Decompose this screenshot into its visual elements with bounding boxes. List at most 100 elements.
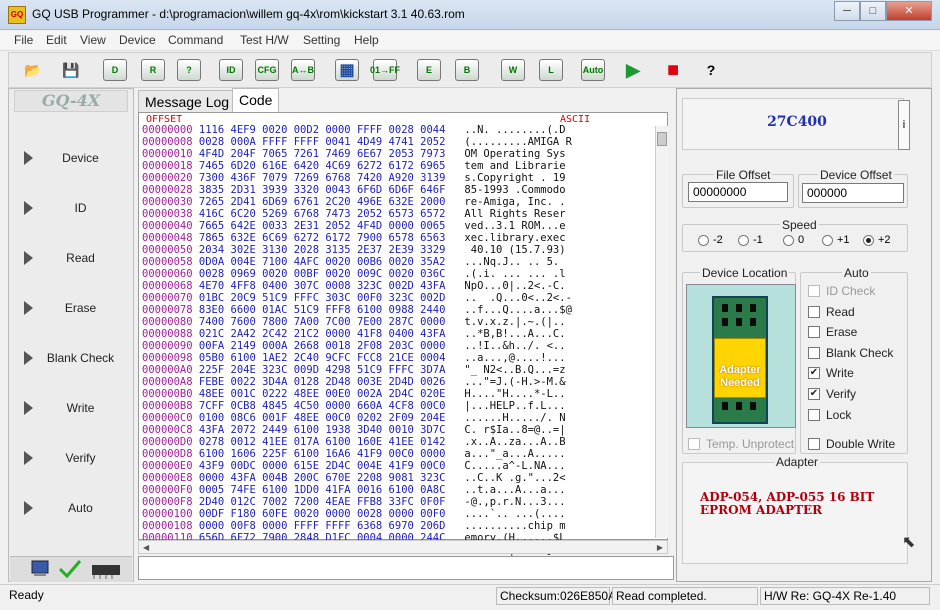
checkbox-box[interactable]: ✔: [808, 367, 820, 380]
play-button[interactable]: ▶: [618, 55, 648, 85]
menu-command[interactable]: Command: [168, 33, 223, 47]
checkbox-box[interactable]: [688, 438, 700, 450]
fill-ff-button[interactable]: 01→FF: [370, 55, 400, 85]
save-disk-button[interactable]: 💾: [56, 55, 86, 85]
write-button[interactable]: W: [498, 55, 528, 85]
lock-button[interactable]: L: [536, 55, 566, 85]
chip-name: 27C400: [767, 114, 827, 130]
auto-write-checkbox[interactable]: ✔ Write: [808, 366, 854, 380]
checkbox-box[interactable]: [808, 285, 820, 297]
scroll-thumb[interactable]: [657, 132, 667, 146]
hex-offset: 00000078: [142, 304, 193, 316]
speed-radio-minus1[interactable]: -1: [738, 234, 763, 246]
hex-bytes: 7265 2D41 6D69 6761 2C20 496E 632E 2000: [198, 196, 446, 208]
temp-unprotect-checkbox[interactable]: Temp. Unprotect: [688, 437, 794, 451]
checkbox-box[interactable]: [808, 408, 820, 421]
command-input[interactable]: [138, 556, 674, 580]
sidebar-item-erase[interactable]: Erase: [14, 292, 128, 324]
help-button[interactable]: ?: [696, 55, 726, 85]
hex-row: 000000C0 0100 08C6 001F 48EE 00C0 0202 2…: [142, 412, 654, 424]
file-offset-field[interactable]: 00000000: [688, 182, 788, 202]
tab-message-log[interactable]: Message Log: [138, 90, 237, 112]
blank-button[interactable]: B: [452, 55, 482, 85]
checkbox-box[interactable]: [808, 438, 820, 450]
hex-ascii: a..."_a...A.....: [464, 448, 566, 460]
hex-offset: 000000C8: [142, 424, 193, 436]
tab-code[interactable]: Code: [232, 88, 280, 112]
hex-offset: 00000008: [142, 136, 193, 148]
calculator-button[interactable]: ▦: [332, 55, 362, 85]
erase-button[interactable]: E: [414, 55, 444, 85]
menu-file[interactable]: File: [14, 33, 33, 47]
auto-group: [800, 272, 908, 454]
read-button[interactable]: R: [138, 55, 168, 85]
menu-test-h-w[interactable]: Test H/W: [240, 33, 289, 47]
auto-id-check-checkbox[interactable]: ID Check: [808, 284, 875, 298]
hex-row: 00000088 021C 2A42 2C42 21C2 0000 41F8 0…: [142, 328, 654, 340]
checkbox-box[interactable]: [808, 305, 820, 318]
a-b-swap-button[interactable]: A↔B: [288, 55, 318, 85]
sidebar-item-blank-check[interactable]: Blank Check: [14, 342, 128, 374]
speed-radio-minus2[interactable]: -2: [698, 234, 723, 246]
hex-ascii: "_ N2<..B.Q...=z: [464, 364, 566, 376]
radio-dot[interactable]: [738, 234, 749, 246]
hex-bytes: 1116 4EF9 0020 00D2 0000 FFFF 0028 0044: [198, 124, 446, 136]
vertical-scrollbar[interactable]: [655, 126, 668, 538]
auto-erase-checkbox[interactable]: Erase: [808, 325, 857, 339]
hex-row: 00000100 00DF F180 60FE 0020 0000 0028 0…: [142, 508, 654, 520]
stop-button[interactable]: ■: [658, 55, 688, 85]
auto-lock-checkbox[interactable]: Lock: [808, 408, 851, 422]
device-offset-field[interactable]: 000000: [802, 183, 904, 203]
triangle-right-icon: [24, 201, 33, 215]
checkbox-box[interactable]: [808, 346, 820, 359]
auto-verify-checkbox[interactable]: ✔ Verify: [808, 387, 856, 401]
auto-read-checkbox[interactable]: Read: [808, 305, 855, 319]
hex-bytes: 3835 2D31 3939 3320 0043 6F6D 6D6F 646F: [198, 184, 446, 196]
menu-device[interactable]: Device: [119, 33, 156, 47]
sidebar-item-write[interactable]: Write: [14, 392, 128, 424]
double-write-checkbox[interactable]: Double Write: [808, 437, 895, 451]
gq-app-icon[interactable]: GQ: [8, 6, 26, 24]
radio-dot[interactable]: [698, 234, 709, 246]
close-button[interactable]: ✕: [886, 1, 932, 21]
sidebar-item-device[interactable]: Device: [14, 142, 128, 174]
scroll-left-icon[interactable]: ◀: [143, 543, 149, 552]
hex-bytes: 416C 6C20 5269 6768 7473 2052 6573 6572: [198, 208, 446, 220]
hex-row: 000000B0 48EE 001C 0222 48EE 00E0 002A 2…: [142, 388, 654, 400]
menu-help[interactable]: Help: [354, 33, 379, 47]
checkbox-box[interactable]: [808, 326, 820, 339]
radio-dot[interactable]: [822, 234, 833, 246]
hex-row: 00000060 0028 0969 0020 00BF 0020 009C 0…: [142, 268, 654, 280]
device-button[interactable]: D: [100, 55, 130, 85]
menu-view[interactable]: View: [80, 33, 106, 47]
sidebar-item-auto[interactable]: Auto: [14, 492, 128, 524]
hex-offset: 00000108: [142, 520, 193, 532]
sidebar-item-verify[interactable]: Verify: [14, 442, 128, 474]
open-folder-button[interactable]: 📂: [18, 55, 48, 85]
hex-ascii: (.........AMIGA R: [464, 136, 572, 148]
menu-edit[interactable]: Edit: [46, 33, 67, 47]
menu-setting[interactable]: Setting: [303, 33, 340, 47]
hex-ascii: 40.10 (15.7.93): [464, 244, 566, 256]
auto-button[interactable]: Auto: [578, 55, 608, 85]
radio-dot[interactable]: [783, 234, 794, 246]
hex-offset: 00000070: [142, 292, 193, 304]
horizontal-scrollbar[interactable]: ◀ ▶: [138, 540, 668, 554]
adapter-description: ADP-054, ADP-055 16 BIT EPROM ADAPTER: [700, 490, 875, 517]
speed-radio-0[interactable]: 0: [783, 234, 804, 246]
sidebar-item-read[interactable]: Read: [14, 242, 128, 274]
minimize-button[interactable]: ─: [834, 1, 860, 21]
radio-dot[interactable]: [863, 234, 874, 246]
cfg-button[interactable]: CFG: [252, 55, 282, 85]
scroll-right-icon[interactable]: ▶: [657, 543, 663, 552]
speed-radio-plus1[interactable]: +1: [822, 234, 850, 246]
speed-radio-plus2[interactable]: +2: [863, 234, 891, 246]
hex-row: 000000F8 2D40 012C 7002 7200 4EAE FFB8 3…: [142, 496, 654, 508]
blank-check-button[interactable]: ?: [174, 55, 204, 85]
checkbox-box[interactable]: ✔: [808, 388, 820, 400]
sidebar-item-id[interactable]: ID: [14, 192, 128, 224]
id-button[interactable]: ID: [216, 55, 246, 85]
auto-blank-check-checkbox[interactable]: Blank Check: [808, 346, 893, 360]
chip-info-button[interactable]: i: [898, 100, 910, 150]
maximize-button[interactable]: □: [860, 1, 886, 21]
